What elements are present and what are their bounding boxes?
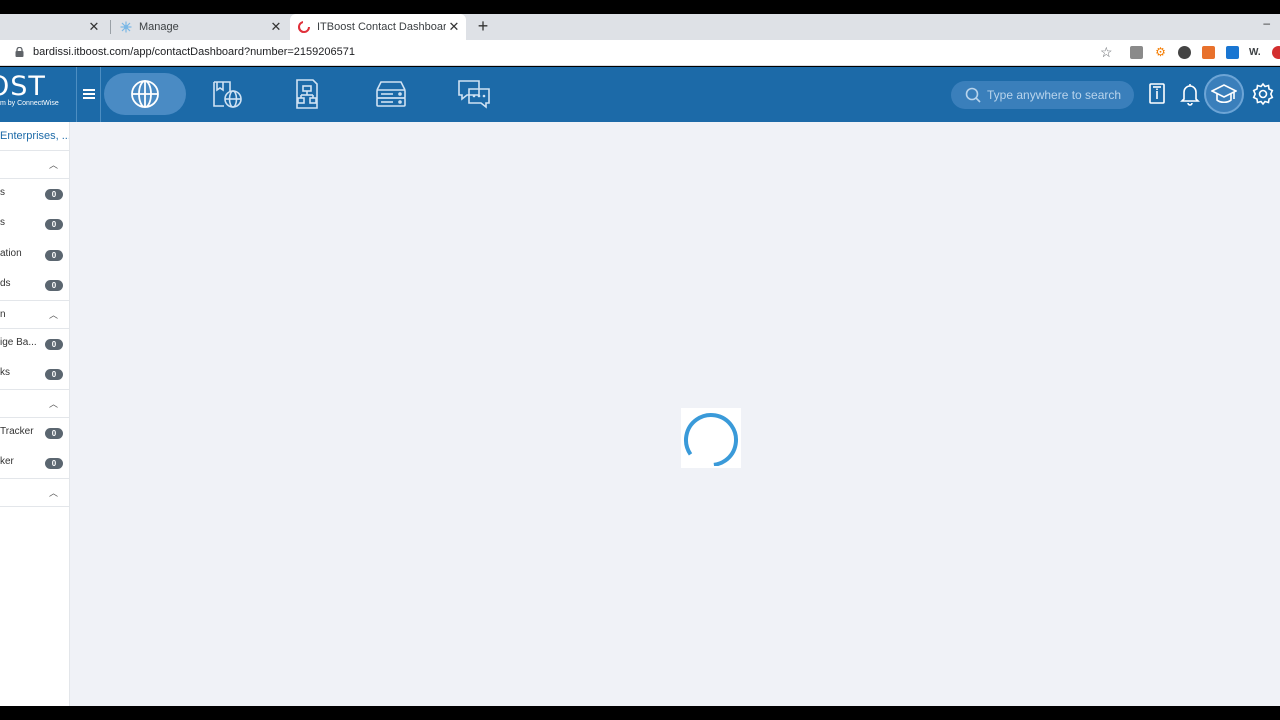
global-search[interactable] <box>951 81 1134 109</box>
chevron-up-icon[interactable]: ︿ <box>49 397 58 410</box>
close-tab-icon[interactable]: ✕ <box>268 19 284 35</box>
app-header: OST m by ConnectWise <box>0 67 1280 122</box>
new-tab-button[interactable]: + <box>474 14 492 40</box>
info-document-icon[interactable] <box>1147 81 1169 107</box>
lock-icon[interactable] <box>15 47 24 57</box>
globe-icon <box>131 80 159 108</box>
document-globe-icon <box>213 81 242 108</box>
search-input[interactable] <box>987 81 1129 109</box>
sidebar-section-header[interactable]: ︿ <box>0 389 69 418</box>
chevron-up-icon[interactable]: ︿ <box>49 158 58 171</box>
sidebar-item-label: ds <box>0 278 11 289</box>
sidebar-item[interactable]: ation 0 <box>0 240 69 270</box>
extension-circle-icon[interactable] <box>1178 46 1191 59</box>
address-bar[interactable]: bardissi.itboost.com/app/contactDashboar… <box>0 40 1280 66</box>
sidebar-section-header[interactable]: ︿ <box>0 478 69 507</box>
screen-bottom-bar <box>0 706 1280 720</box>
count-badge: 0 <box>45 458 63 469</box>
tab-title: Manage <box>139 21 179 33</box>
sidebar-item-label: ker <box>0 456 14 467</box>
nav-servers-button[interactable] <box>350 73 432 115</box>
logo-subtext: m by ConnectWise <box>0 100 59 107</box>
sidebar-item-label: s <box>0 187 5 198</box>
close-tab-icon[interactable]: ✕ <box>86 19 102 35</box>
bookmark-star-icon[interactable]: ☆ <box>1100 44 1113 61</box>
organization-name-link[interactable]: Enterprises, ... <box>0 130 69 142</box>
loading-spinner <box>681 408 741 468</box>
sidebar-item[interactable]: ds 0 <box>0 270 69 300</box>
count-badge: 0 <box>45 428 63 439</box>
chevron-up-icon[interactable]: ︿ <box>49 308 58 321</box>
browser-tab-manage[interactable]: Manage ✕ <box>112 14 288 40</box>
nav-globe-button[interactable] <box>104 73 186 115</box>
sidebar-section-header[interactable]: n ︿ <box>0 300 69 329</box>
itboost-logo[interactable]: OST m by ConnectWise <box>0 67 74 122</box>
count-badge: 0 <box>45 369 63 380</box>
extension-red-icon[interactable] <box>1272 46 1280 59</box>
count-badge: 0 <box>45 250 63 261</box>
sidebar: Enterprises, ... ︿ s0 s0 ation 0 ds 0 n ︿ … <box>0 122 70 706</box>
count-badge: 0 <box>45 189 63 200</box>
url-text[interactable]: bardissi.itboost.com/app/contactDashboar… <box>33 46 355 58</box>
menu-bar <box>83 97 95 99</box>
main-content <box>70 122 1280 706</box>
count-badge: 0 <box>45 339 63 350</box>
browser-tab-strip: ✕ Manage ✕ ITBoost Contact Dashboard ✕ +… <box>0 14 1280 40</box>
hamburger-menu-button[interactable] <box>76 67 101 122</box>
section-label: n <box>0 309 6 320</box>
sidebar-item-label: ige Ba... <box>0 337 37 348</box>
sidebar-item[interactable]: Tracker 0 <box>0 418 69 448</box>
browser-tab[interactable]: ✕ <box>0 14 110 40</box>
sidebar-item[interactable]: ker 0 <box>0 448 69 478</box>
menu-bar <box>83 89 95 91</box>
extension-flag-icon[interactable] <box>1226 46 1239 59</box>
sidebar-item-label: Tracker <box>0 426 34 437</box>
screen: ✕ Manage ✕ ITBoost Contact Dashboard ✕ +… <box>0 0 1280 720</box>
nav-network-docs-button[interactable] <box>268 73 350 115</box>
nav-document-globe-button[interactable] <box>186 73 268 115</box>
sidebar-section-header[interactable]: ︿ <box>0 150 69 179</box>
menu-bar <box>83 93 95 95</box>
browser-tab-itboost[interactable]: ITBoost Contact Dashboard ✕ <box>290 14 466 40</box>
network-document-icon <box>296 79 318 109</box>
graduation-cap-icon <box>1211 84 1237 104</box>
academy-button[interactable] <box>1204 74 1244 114</box>
server-rack-icon <box>376 81 406 107</box>
sidebar-item-label: ation <box>0 248 22 259</box>
count-badge: 0 <box>45 219 63 230</box>
extension-badge-icon[interactable] <box>1202 46 1215 59</box>
close-tab-icon[interactable]: ✕ <box>446 19 462 35</box>
search-icon <box>965 87 981 103</box>
sidebar-item[interactable]: s0 <box>0 179 69 209</box>
tab-separator <box>110 20 111 34</box>
extension-pdf-icon[interactable] <box>1130 46 1143 59</box>
nav-chat-button[interactable] <box>432 73 514 115</box>
sidebar-item[interactable]: ige Ba... 0 <box>0 329 69 359</box>
tab-title: ITBoost Contact Dashboard <box>317 21 446 33</box>
chevron-up-icon[interactable]: ︿ <box>49 486 58 499</box>
manage-favicon-icon <box>120 21 132 33</box>
count-badge: 0 <box>45 280 63 291</box>
logo-text: OST <box>0 71 46 102</box>
settings-gear-icon[interactable] <box>1251 81 1275 107</box>
bell-icon[interactable] <box>1179 81 1201 107</box>
sidebar-item-label: s <box>0 217 5 228</box>
spinner-icon <box>684 413 738 466</box>
sidebar-item[interactable]: s0 <box>0 209 69 239</box>
sidebar-item-label: ks <box>0 367 10 378</box>
itboost-favicon-icon <box>298 21 310 33</box>
minimize-window-button[interactable]: – <box>1263 14 1270 32</box>
extension-hubspot-icon[interactable]: ⚙ <box>1154 46 1167 59</box>
extension-w-icon[interactable]: W. <box>1249 46 1262 59</box>
chat-bubbles-icon <box>458 80 490 109</box>
sidebar-item[interactable]: ks 0 <box>0 359 69 389</box>
